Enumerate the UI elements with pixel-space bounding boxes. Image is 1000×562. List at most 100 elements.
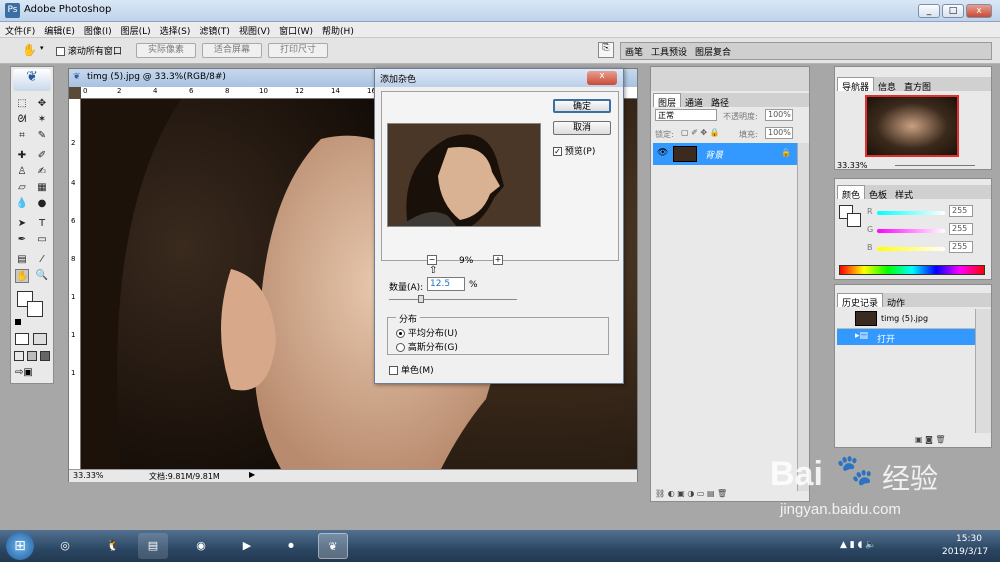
history-brush-icon[interactable]: ✍ — [35, 165, 49, 179]
menu-file[interactable]: 文件(F) — [0, 22, 39, 37]
menu-filter[interactable]: 滤镜(T) — [194, 22, 234, 37]
tab-channels[interactable]: 通道 — [681, 94, 707, 109]
hand-tool-active-icon[interactable]: ✋ — [15, 269, 29, 283]
feather-logo-icon[interactable]: ❦ — [13, 69, 51, 91]
tab-paths[interactable]: 路径 — [707, 94, 733, 109]
screen-mode-full-icon[interactable] — [40, 351, 50, 361]
qq-icon[interactable]: 🐧 — [98, 533, 128, 559]
zoom-in-button[interactable]: + — [493, 255, 503, 265]
brush-tool-icon[interactable]: ✐ — [35, 149, 49, 163]
zoom-level[interactable]: 33.33% — [73, 471, 104, 480]
tab-color[interactable]: 颜色 — [837, 185, 866, 201]
opacity-input[interactable]: 100% — [765, 109, 793, 121]
uniform-radio[interactable]: 平均分布(U) — [396, 326, 458, 339]
monochromatic-checkbox[interactable]: 单色(M) — [389, 363, 434, 376]
layer-footer-icons[interactable]: ⛓ ◐ ▣ ◑ ▭ ▤ 🗑 — [655, 489, 727, 498]
lock-icons[interactable]: ▢ ✐ ✥ 🔒 — [681, 128, 720, 137]
tab-brushes[interactable]: 画笔 — [621, 43, 647, 58]
layer-row-background[interactable]: 👁 背景 🔒 — [653, 143, 797, 165]
screen-mode-standard-icon[interactable] — [14, 351, 24, 361]
pen-tool-icon[interactable]: ✒ — [15, 233, 29, 247]
clock-time[interactable]: 15:30 — [956, 534, 982, 544]
color-bg-swatch[interactable] — [847, 213, 861, 227]
marquee-tool-icon[interactable]: ⬚ — [15, 97, 29, 111]
jump-to-imageready-icon[interactable]: ⇨▣ — [15, 367, 49, 379]
media-player-icon[interactable]: ▶ — [232, 533, 262, 559]
tab-styles[interactable]: 样式 — [891, 186, 917, 201]
standard-mode-icon[interactable] — [15, 333, 29, 345]
eraser-tool-icon[interactable]: ▱ — [15, 181, 29, 195]
screen-recorder-icon[interactable]: ⏺ — [276, 533, 306, 559]
r-value[interactable]: 255 — [949, 205, 973, 217]
history-state-row[interactable]: ▸▤ 打开 — [837, 329, 975, 345]
layers-scrollbar[interactable] — [797, 143, 809, 491]
b-value[interactable]: 255 — [949, 241, 973, 253]
chevron-down-icon[interactable]: ▾ — [40, 44, 44, 52]
gradient-tool-icon[interactable]: ▦ — [35, 181, 49, 195]
scroll-all-checkbox[interactable]: 滚动所有窗口 — [56, 44, 122, 57]
notes-tool-icon[interactable]: ▤ — [15, 253, 29, 267]
tab-tool-presets[interactable]: 工具预设 — [647, 43, 691, 58]
tab-layer-comps[interactable]: 图层复合 — [691, 43, 735, 58]
slice-tool-icon[interactable]: ✎ — [35, 129, 49, 143]
default-colors-icon[interactable] — [15, 319, 21, 325]
history-scrollbar[interactable] — [975, 309, 991, 433]
maximize-button[interactable]: □ — [942, 4, 964, 18]
dodge-tool-icon[interactable]: ● — [35, 197, 49, 211]
zoom-tool-icon[interactable]: 🔍 — [35, 269, 49, 283]
blur-tool-icon[interactable]: 💧 — [15, 197, 29, 211]
amount-slider-thumb[interactable] — [418, 295, 424, 303]
firefox-icon[interactable]: ◉ — [186, 533, 216, 559]
clock-date[interactable]: 2019/3/17 — [942, 547, 988, 557]
menu-window[interactable]: 窗口(W) — [274, 22, 317, 37]
shape-tool-icon[interactable]: ▭ — [35, 233, 49, 247]
tab-navigator[interactable]: 导航器 — [837, 77, 875, 93]
start-button-icon[interactable]: ⊞ — [6, 532, 34, 560]
crop-tool-icon[interactable]: ⌗ — [15, 129, 29, 143]
color-spectrum-bar[interactable] — [839, 265, 985, 275]
tray-icons[interactable]: ▲ ▮ ◖ 🔈 — [840, 540, 876, 550]
tab-swatches[interactable]: 色板 — [865, 186, 891, 201]
zoom-out-button[interactable]: − — [427, 255, 437, 265]
g-slider[interactable] — [877, 229, 945, 233]
tab-histogram[interactable]: 直方图 — [900, 78, 935, 93]
background-color-swatch[interactable] — [27, 301, 43, 317]
quickmask-mode-icon[interactable] — [33, 333, 47, 345]
fit-screen-button[interactable]: 适合屏幕 — [202, 43, 262, 58]
menu-image[interactable]: 图像(I) — [79, 22, 116, 37]
menu-edit[interactable]: 编辑(E) — [39, 22, 79, 37]
menu-layer[interactable]: 图层(L) — [116, 22, 155, 37]
fill-input[interactable]: 100% — [765, 127, 793, 139]
history-snapshot-row[interactable]: timg (5).jpg — [837, 309, 975, 329]
ok-button[interactable]: 确定 — [553, 99, 611, 113]
menu-help[interactable]: 帮助(H) — [317, 22, 358, 37]
screen-mode-full-menu-icon[interactable] — [27, 351, 37, 361]
type-tool-icon[interactable]: T — [35, 217, 49, 231]
gaussian-radio[interactable]: 高斯分布(G) — [396, 340, 458, 353]
eyedropper-icon[interactable]: ⁄ — [35, 253, 49, 267]
navigator-thumbnail[interactable] — [865, 95, 959, 157]
file-browser-icon[interactable]: ⎘ — [598, 42, 614, 58]
b-slider[interactable] — [877, 247, 945, 251]
document-size[interactable]: 文档:9.81M/9.81M — [149, 471, 220, 482]
menu-view[interactable]: 视图(V) — [234, 22, 274, 37]
amount-input[interactable] — [427, 277, 465, 291]
move-tool-icon[interactable]: ✥ — [35, 97, 49, 111]
tab-info[interactable]: 信息 — [874, 78, 900, 93]
file-explorer-icon[interactable]: ▤ — [138, 533, 168, 559]
browser-360-icon[interactable]: ◎ — [50, 533, 80, 559]
dialog-close-button[interactable]: x — [587, 71, 617, 85]
r-slider[interactable] — [877, 211, 945, 215]
stamp-tool-icon[interactable]: ♙ — [15, 165, 29, 179]
healing-brush-icon[interactable]: ✚ — [15, 149, 29, 163]
photoshop-taskbar-icon[interactable]: ❦ — [318, 533, 348, 559]
tab-history[interactable]: 历史记录 — [837, 293, 884, 309]
tab-layers[interactable]: 图层 — [653, 93, 682, 109]
tab-actions[interactable]: 动作 — [883, 294, 909, 309]
lasso-tool-icon[interactable]: ᘛ — [15, 113, 29, 127]
path-select-icon[interactable]: ➤ — [15, 217, 29, 231]
navigator-zoom-slider[interactable] — [895, 165, 975, 166]
magic-wand-icon[interactable]: ✶ — [35, 113, 49, 127]
blend-mode-select[interactable]: 正常 — [655, 109, 717, 121]
g-value[interactable]: 255 — [949, 223, 973, 235]
